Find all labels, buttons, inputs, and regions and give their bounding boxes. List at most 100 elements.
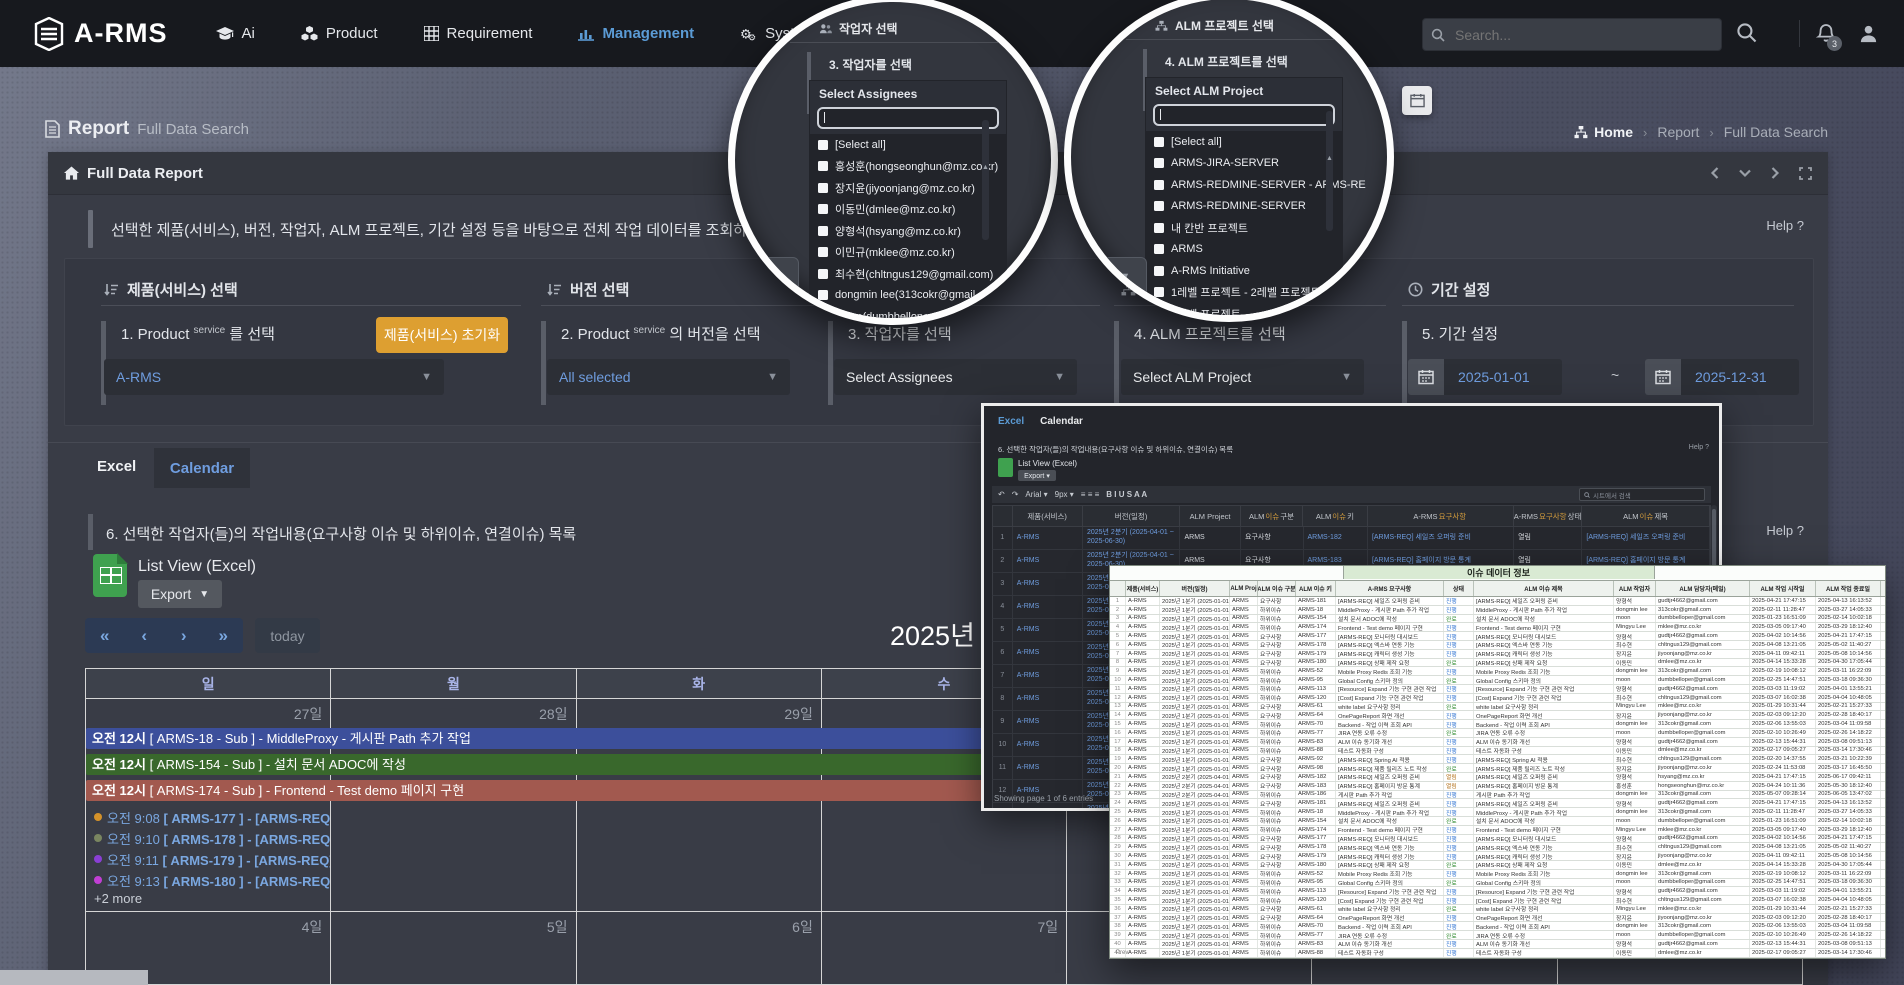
assignee-option[interactable]: 홍성훈(hongseonghun@mz.co.kr): [810, 156, 1006, 178]
calendar-last-button[interactable]: »: [204, 618, 244, 653]
table-row[interactable]: 39A-RMS2025년 1분기 (2025-01-01 ~ 2025-03-3…: [1110, 931, 1885, 940]
column-header[interactable]: ALM 이슈 키: [1303, 506, 1367, 526]
calendar-event-dot[interactable]: 오전 9:10 [ ARMS-178 ] - [ARMS-REQ] 엑스바: [94, 828, 330, 848]
calendar-next-button[interactable]: ›: [164, 618, 204, 653]
table-row[interactable]: 24A-RMS2025년 1분기 (2025-01-01 ~ 2025-03-3…: [1110, 799, 1885, 808]
alm-project-option[interactable]: ARMS-REDMINE-SERVER - ARMS-RE: [1146, 174, 1342, 196]
table-row[interactable]: 1A-RMS2025년 1분기 (2025-01-01 ~ 2025-03-31…: [1110, 597, 1885, 606]
collapse-right-icon[interactable]: [1769, 167, 1781, 180]
table-row[interactable]: 16A-RMS2025년 1분기 (2025-01-01 ~ 2025-03-3…: [1110, 729, 1885, 738]
user-profile-icon[interactable]: [1858, 23, 1879, 44]
window1-tab-excel[interactable]: Excel: [998, 416, 1024, 427]
table-row[interactable]: 33A-RMS2025년 1분기 (2025-01-01 ~ 2025-03-3…: [1110, 879, 1885, 888]
assignee-filter-input[interactable]: [817, 107, 999, 129]
calendar-event-dot[interactable]: 오전 9:08 [ ARMS-177 ] - [ARMS-REQ] 모니터: [94, 807, 330, 827]
assignee-option[interactable]: [Select all]: [810, 134, 1006, 156]
table-row[interactable]: 41A-RMS2025년 1분기 (2025-01-01 ~ 2025-03-3…: [1110, 949, 1885, 958]
table-row[interactable]: 11A-RMS2025년 1분기 (2025-01-01 ~ 2025-03-3…: [1110, 685, 1885, 694]
table-row[interactable]: 38A-RMS2025년 1분기 (2025-01-01 ~ 2025-03-3…: [1110, 922, 1885, 931]
table-row[interactable]: 13A-RMS2025년 1분기 (2025-01-01 ~ 2025-03-3…: [1110, 703, 1885, 712]
table-row[interactable]: 35A-RMS2025년 1분기 (2025-01-01 ~ 2025-03-3…: [1110, 896, 1885, 905]
help-link-worklist[interactable]: Help ?: [1766, 523, 1804, 538]
window1-export-button[interactable]: Export ▾: [1018, 470, 1056, 481]
product-select[interactable]: A-RMS▼: [104, 359, 444, 395]
table-row[interactable]: 34A-RMS2025년 1분기 (2025-01-01 ~ 2025-03-3…: [1110, 887, 1885, 896]
table-row[interactable]: 27A-RMS2025년 1분기 (2025-01-01 ~ 2025-03-3…: [1110, 826, 1885, 835]
table-row[interactable]: 6A-RMS2025년 1분기 (2025-01-01 ~ 2025-03-31…: [1110, 641, 1885, 650]
table-row[interactable]: 5A-RMS2025년 1분기 (2025-01-01 ~ 2025-03-31…: [1110, 632, 1885, 641]
checkbox-icon[interactable]: [818, 140, 828, 150]
window1-help[interactable]: Help ?: [1689, 444, 1709, 451]
column-header[interactable]: ALM 이슈 제목: [1582, 506, 1710, 526]
calendar-event-dot[interactable]: 오전 9:11 [ ARMS-179 ] - [ARMS-REQ] 캐릭터: [94, 849, 330, 869]
font-size-select[interactable]: 9px ▾: [1055, 490, 1074, 499]
date-to-input[interactable]: 2025-12-31: [1681, 359, 1799, 395]
assignee-option[interactable]: dongmin lee(313cokr@gmail.com): [810, 285, 1006, 307]
table-row[interactable]: 37A-RMS2025년 1분기 (2025-01-01 ~ 2025-03-3…: [1110, 914, 1885, 923]
search-input[interactable]: [1453, 26, 1697, 44]
table-row[interactable]: 23A-RMS2025년 2분기 (2025-04-01 ~ 2025-06-3…: [1110, 791, 1885, 800]
assignee-option[interactable]: 이민규(mklee@mz.co.kr): [810, 242, 1006, 264]
scrollbar[interactable]: [1326, 111, 1333, 231]
table-row[interactable]: 31A-RMS2025년 1분기 (2025-01-01 ~ 2025-03-3…: [1110, 861, 1885, 870]
collapse-left-icon[interactable]: [1709, 167, 1721, 180]
table-row[interactable]: 1A-RMS2025년 2분기 (2025-04-01 ~ 2025-06-30…: [992, 527, 1711, 550]
table-row[interactable]: 10A-RMS2025년 1분기 (2025-01-01 ~ 2025-03-3…: [1110, 676, 1885, 685]
table-row[interactable]: 25A-RMS2025년 1분기 (2025-01-01 ~ 2025-03-3…: [1110, 808, 1885, 817]
version-select[interactable]: All selected▼: [547, 359, 790, 395]
help-link-top[interactable]: Help ?: [1766, 218, 1804, 233]
table-row[interactable]: 8A-RMS2025년 1분기 (2025-01-01 ~ 2025-03-31…: [1110, 659, 1885, 668]
assignee-option[interactable]: 장지윤(jiyoonjang@mz.co.kr): [810, 177, 1006, 199]
table-row[interactable]: 42A-RMS2025년 1분기 (2025-01-01 ~ 2025-03-3…: [1110, 958, 1885, 959]
table-row[interactable]: 21A-RMS2025년 2분기 (2025-04-01 ~ 2025-06-3…: [1110, 773, 1885, 782]
calendar-first-button[interactable]: «: [85, 618, 125, 653]
today-button[interactable]: today: [255, 618, 320, 653]
tab-excel[interactable]: Excel: [97, 458, 136, 475]
redo-icon[interactable]: ↷: [1012, 490, 1019, 499]
date-from-input[interactable]: 2025-01-01: [1444, 359, 1562, 395]
checkbox-icon[interactable]: [818, 183, 828, 193]
scrollbar[interactable]: [982, 120, 989, 240]
tab-calendar[interactable]: Calendar: [154, 448, 250, 488]
collapse-down-icon[interactable]: [1739, 167, 1751, 180]
checkbox-icon[interactable]: [1154, 244, 1164, 254]
checkbox-icon[interactable]: [1154, 180, 1164, 190]
assignee-option[interactable]: 최수현(chltngus129@gmail.com): [810, 263, 1006, 285]
table-row[interactable]: 32A-RMS2025년 1분기 (2025-01-01 ~ 2025-03-3…: [1110, 870, 1885, 879]
alm-project-option[interactable]: A-RMS Initiative: [1146, 260, 1342, 282]
search-submit-icon[interactable]: [1736, 22, 1757, 43]
breadcrumb-home[interactable]: Home: [1574, 124, 1633, 140]
table-row[interactable]: 4A-RMS2025년 1분기 (2025-01-01 ~ 2025-03-31…: [1110, 623, 1885, 632]
column-header[interactable]: ALM 이슈 구분: [1241, 506, 1303, 526]
day-cell[interactable]: 7일: [822, 912, 1067, 985]
table-row[interactable]: 18A-RMS2025년 1분기 (2025-01-01 ~ 2025-03-3…: [1110, 747, 1885, 756]
product-reset-button[interactable]: 제품(서비스) 초기화: [376, 317, 508, 353]
calendar-prev-button[interactable]: ‹: [125, 618, 165, 653]
table-row[interactable]: 9A-RMS2025년 1분기 (2025-01-01 ~ 2025-03-31…: [1110, 667, 1885, 676]
checkbox-icon[interactable]: [1154, 201, 1164, 211]
table-row[interactable]: 15A-RMS2025년 1분기 (2025-01-01 ~ 2025-03-3…: [1110, 720, 1885, 729]
table-row[interactable]: 3A-RMS2025년 1분기 (2025-01-01 ~ 2025-03-31…: [1110, 615, 1885, 624]
day-cell[interactable]: 5일: [331, 912, 576, 985]
checkbox-icon[interactable]: [818, 247, 828, 257]
assignee-option[interactable]: 이동민(dmlee@mz.co.kr): [810, 199, 1006, 221]
assignee-option[interactable]: 양형석(hsyang@mz.co.kr): [810, 220, 1006, 242]
checkbox-icon[interactable]: [818, 290, 828, 300]
date-from-calendar-icon[interactable]: [1408, 359, 1444, 395]
alm-project-option[interactable]: ARMS-JIRA-SERVER: [1146, 153, 1342, 175]
alm-project-option[interactable]: 1레벨 프로젝트 - 2레벨 프로젝트: [1146, 282, 1342, 304]
checkbox-icon[interactable]: [818, 204, 828, 214]
alm-project-option[interactable]: [Select all]: [1146, 131, 1342, 153]
menu-item-requirement[interactable]: Requirement: [424, 25, 533, 42]
search-box[interactable]: [1422, 18, 1722, 51]
table-row[interactable]: 20A-RMS2025년 1분기 (2025-01-01 ~ 2025-03-3…: [1110, 764, 1885, 773]
alm-project-option[interactable]: ARMS: [1146, 239, 1342, 261]
breadcrumb-report[interactable]: Report: [1657, 124, 1699, 140]
alm-filter-input[interactable]: [1153, 104, 1335, 126]
window1-tab-calendar[interactable]: Calendar: [1040, 416, 1083, 427]
checkbox-icon[interactable]: [1154, 223, 1164, 233]
alm-project-option[interactable]: 내 칸반 프로젝트: [1146, 217, 1342, 239]
menu-item-product[interactable]: Product: [301, 25, 378, 42]
table-row[interactable]: 28A-RMS2025년 1분기 (2025-01-01 ~ 2025-03-3…: [1110, 835, 1885, 844]
table-row[interactable]: 19A-RMS2025년 1분기 (2025-01-01 ~ 2025-03-3…: [1110, 755, 1885, 764]
